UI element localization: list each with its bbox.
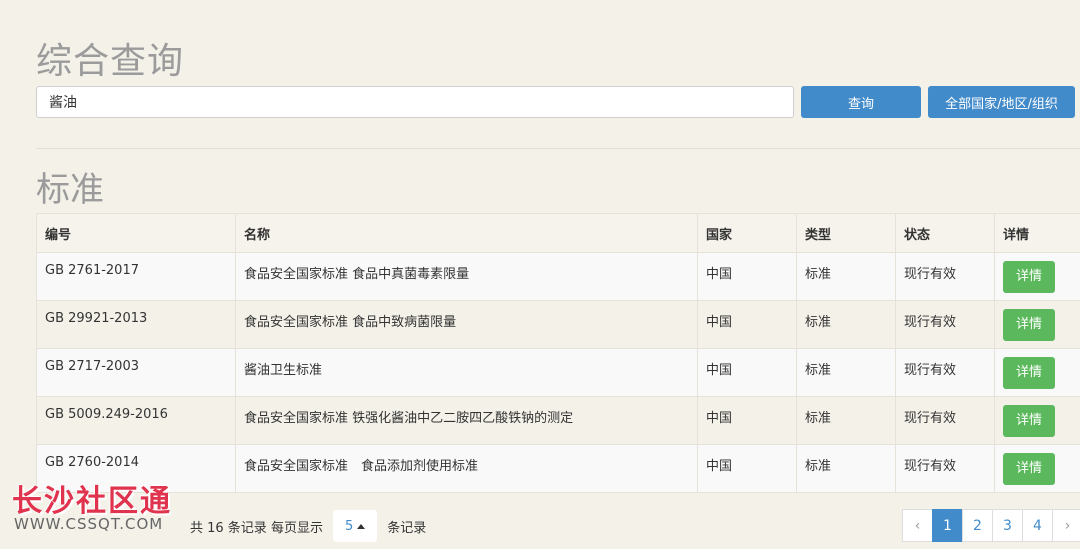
page-title: 综合查询 [36, 41, 185, 82]
cell-detail: 详情 [994, 252, 1080, 301]
cell-status: 现行有效 [895, 444, 995, 493]
cell-name: 食品安全国家标准 铁强化酱油中乙二胺四乙酸铁钠的测定 [235, 396, 698, 445]
cell-type: 标准 [796, 252, 896, 301]
header-status: 状态 [895, 213, 995, 253]
header-type: 类型 [796, 213, 896, 253]
cell-name: 食品安全国家标准 食品中致病菌限量 [235, 300, 698, 349]
cell-status: 现行有效 [895, 396, 995, 445]
page-size-value: 5 [344, 518, 354, 534]
cell-detail: 详情 [994, 444, 1080, 493]
record-summary: 共 16 条记录 每页显示 [190, 520, 323, 536]
page-size-select[interactable]: 5 [332, 510, 378, 542]
cell-country: 中国 [697, 444, 797, 493]
section-divider [36, 148, 1080, 149]
cell-code: GB 2717-2003 [36, 348, 236, 397]
pagination: ‹ 1 2 3 4 › [902, 509, 1080, 542]
table-header-row: 编号 名称 国家 类型 状态 详情 [36, 213, 1080, 253]
cell-name: 食品安全国家标准 食品添加剂使用标准 [235, 444, 698, 493]
detail-button[interactable]: 详情 [1003, 453, 1055, 485]
detail-button[interactable]: 详情 [1003, 357, 1055, 389]
detail-button[interactable]: 详情 [1003, 261, 1055, 293]
cell-code: GB 29921-2013 [36, 300, 236, 349]
table-row: GB 5009.249-2016 食品安全国家标准 铁强化酱油中乙二胺四乙酸铁钠… [36, 396, 1080, 445]
cell-name: 食品安全国家标准 食品中真菌毒素限量 [235, 252, 698, 301]
next-page-button[interactable]: › [1052, 509, 1080, 542]
detail-button[interactable]: 详情 [1003, 405, 1055, 437]
prev-page-button[interactable]: ‹ [902, 509, 933, 542]
cell-type: 标准 [796, 300, 896, 349]
page-1-button[interactable]: 1 [932, 509, 963, 542]
cell-name: 酱油卫生标准 [235, 348, 698, 397]
cell-status: 现行有效 [895, 252, 995, 301]
cell-detail: 详情 [994, 396, 1080, 445]
page-4-button[interactable]: 4 [1022, 509, 1053, 542]
table-row: GB 2717-2003 酱油卫生标准 中国 标准 现行有效 详情 [36, 348, 1080, 397]
cell-country: 中国 [697, 396, 797, 445]
caret-up-icon [357, 523, 366, 529]
watermark-logo: 长沙社区通 [12, 484, 172, 519]
watermark-url: WWW.CSSQT.COM [14, 515, 164, 533]
header-country: 国家 [697, 213, 797, 253]
all-regions-button[interactable]: 全部国家/地区/组织 [928, 86, 1075, 118]
cell-code: GB 2761-2017 [36, 252, 236, 301]
query-button[interactable]: 查询 [801, 86, 921, 118]
cell-status: 现行有效 [895, 300, 995, 349]
header-name: 名称 [235, 213, 698, 253]
section-title: 标准 [36, 170, 104, 210]
cell-country: 中国 [697, 348, 797, 397]
cell-type: 标准 [796, 444, 896, 493]
cell-type: 标准 [796, 396, 896, 445]
standards-table: 编号 名称 国家 类型 状态 详情 GB 2761-2017 食品安全国家标准 … [36, 213, 1080, 493]
cell-status: 现行有效 [895, 348, 995, 397]
page-3-button[interactable]: 3 [992, 509, 1023, 542]
cell-country: 中国 [697, 252, 797, 301]
header-code: 编号 [36, 213, 236, 253]
records-suffix: 条记录 [387, 520, 427, 536]
table-row: GB 2761-2017 食品安全国家标准 食品中真菌毒素限量 中国 标准 现行… [36, 252, 1080, 301]
cell-country: 中国 [697, 300, 797, 349]
detail-button[interactable]: 详情 [1003, 309, 1055, 341]
cell-code: GB 5009.249-2016 [36, 396, 236, 445]
cell-detail: 详情 [994, 348, 1080, 397]
cell-type: 标准 [796, 348, 896, 397]
search-input[interactable] [36, 86, 794, 118]
table-row: GB 29921-2013 食品安全国家标准 食品中致病菌限量 中国 标准 现行… [36, 300, 1080, 349]
page-2-button[interactable]: 2 [962, 509, 993, 542]
table-row: GB 2760-2014 食品安全国家标准 食品添加剂使用标准 中国 标准 现行… [36, 444, 1080, 493]
cell-detail: 详情 [994, 300, 1080, 349]
header-detail: 详情 [994, 213, 1080, 253]
